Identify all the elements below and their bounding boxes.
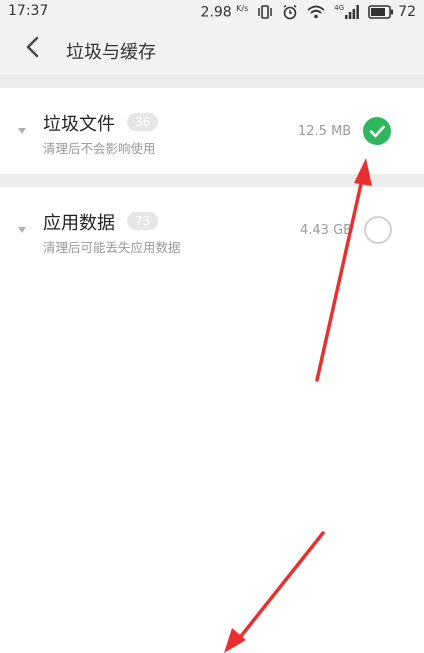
status-icons: 2.98 K/s 4G 72 xyxy=(201,2,416,22)
item-title: 垃圾文件 xyxy=(43,114,115,135)
divider xyxy=(0,174,424,187)
checkbox-checked[interactable] xyxy=(363,117,391,145)
vibrate-icon xyxy=(257,5,273,19)
item-subtitle: 清理后不会影响使用 xyxy=(43,141,156,156)
battery-icon: 72 xyxy=(368,4,416,20)
list-item-junk-files[interactable]: 垃圾文件 36 清理后不会影响使用 12.5 MB xyxy=(0,88,424,174)
item-size: 4.43 GB xyxy=(300,223,353,238)
divider xyxy=(0,74,424,88)
title-bar: 垃圾与缓存 xyxy=(0,24,424,74)
item-title: 应用数据 xyxy=(43,213,115,234)
status-bar: 17:37 2.98 K/s 4G 72 xyxy=(0,0,424,24)
alarm-icon xyxy=(282,4,298,20)
network-speed: 2.98 K/s xyxy=(200,3,249,21)
page-title: 垃圾与缓存 xyxy=(66,42,156,63)
battery-level: 72 xyxy=(398,4,416,20)
list-item-app-data[interactable]: 应用数据 73 清理后可能丢失应用数据 4.43 GB xyxy=(0,187,424,273)
expand-arrow-icon[interactable] xyxy=(18,227,26,233)
signal-icon: 4G xyxy=(334,5,360,19)
count-badge: 36 xyxy=(127,113,159,131)
item-size: 12.5 MB xyxy=(298,124,352,139)
annotation-arrow-bottom xyxy=(224,531,325,653)
back-button[interactable] xyxy=(16,34,48,64)
item-subtitle: 清理后可能丢失应用数据 xyxy=(43,240,181,255)
expand-arrow-icon[interactable] xyxy=(18,128,26,134)
wifi-icon xyxy=(307,5,325,19)
count-badge: 73 xyxy=(127,212,159,230)
checkmark-icon xyxy=(369,125,385,138)
status-time: 17:37 xyxy=(8,3,49,19)
checkbox-unchecked[interactable] xyxy=(364,216,392,244)
chevron-left-icon xyxy=(25,36,39,62)
